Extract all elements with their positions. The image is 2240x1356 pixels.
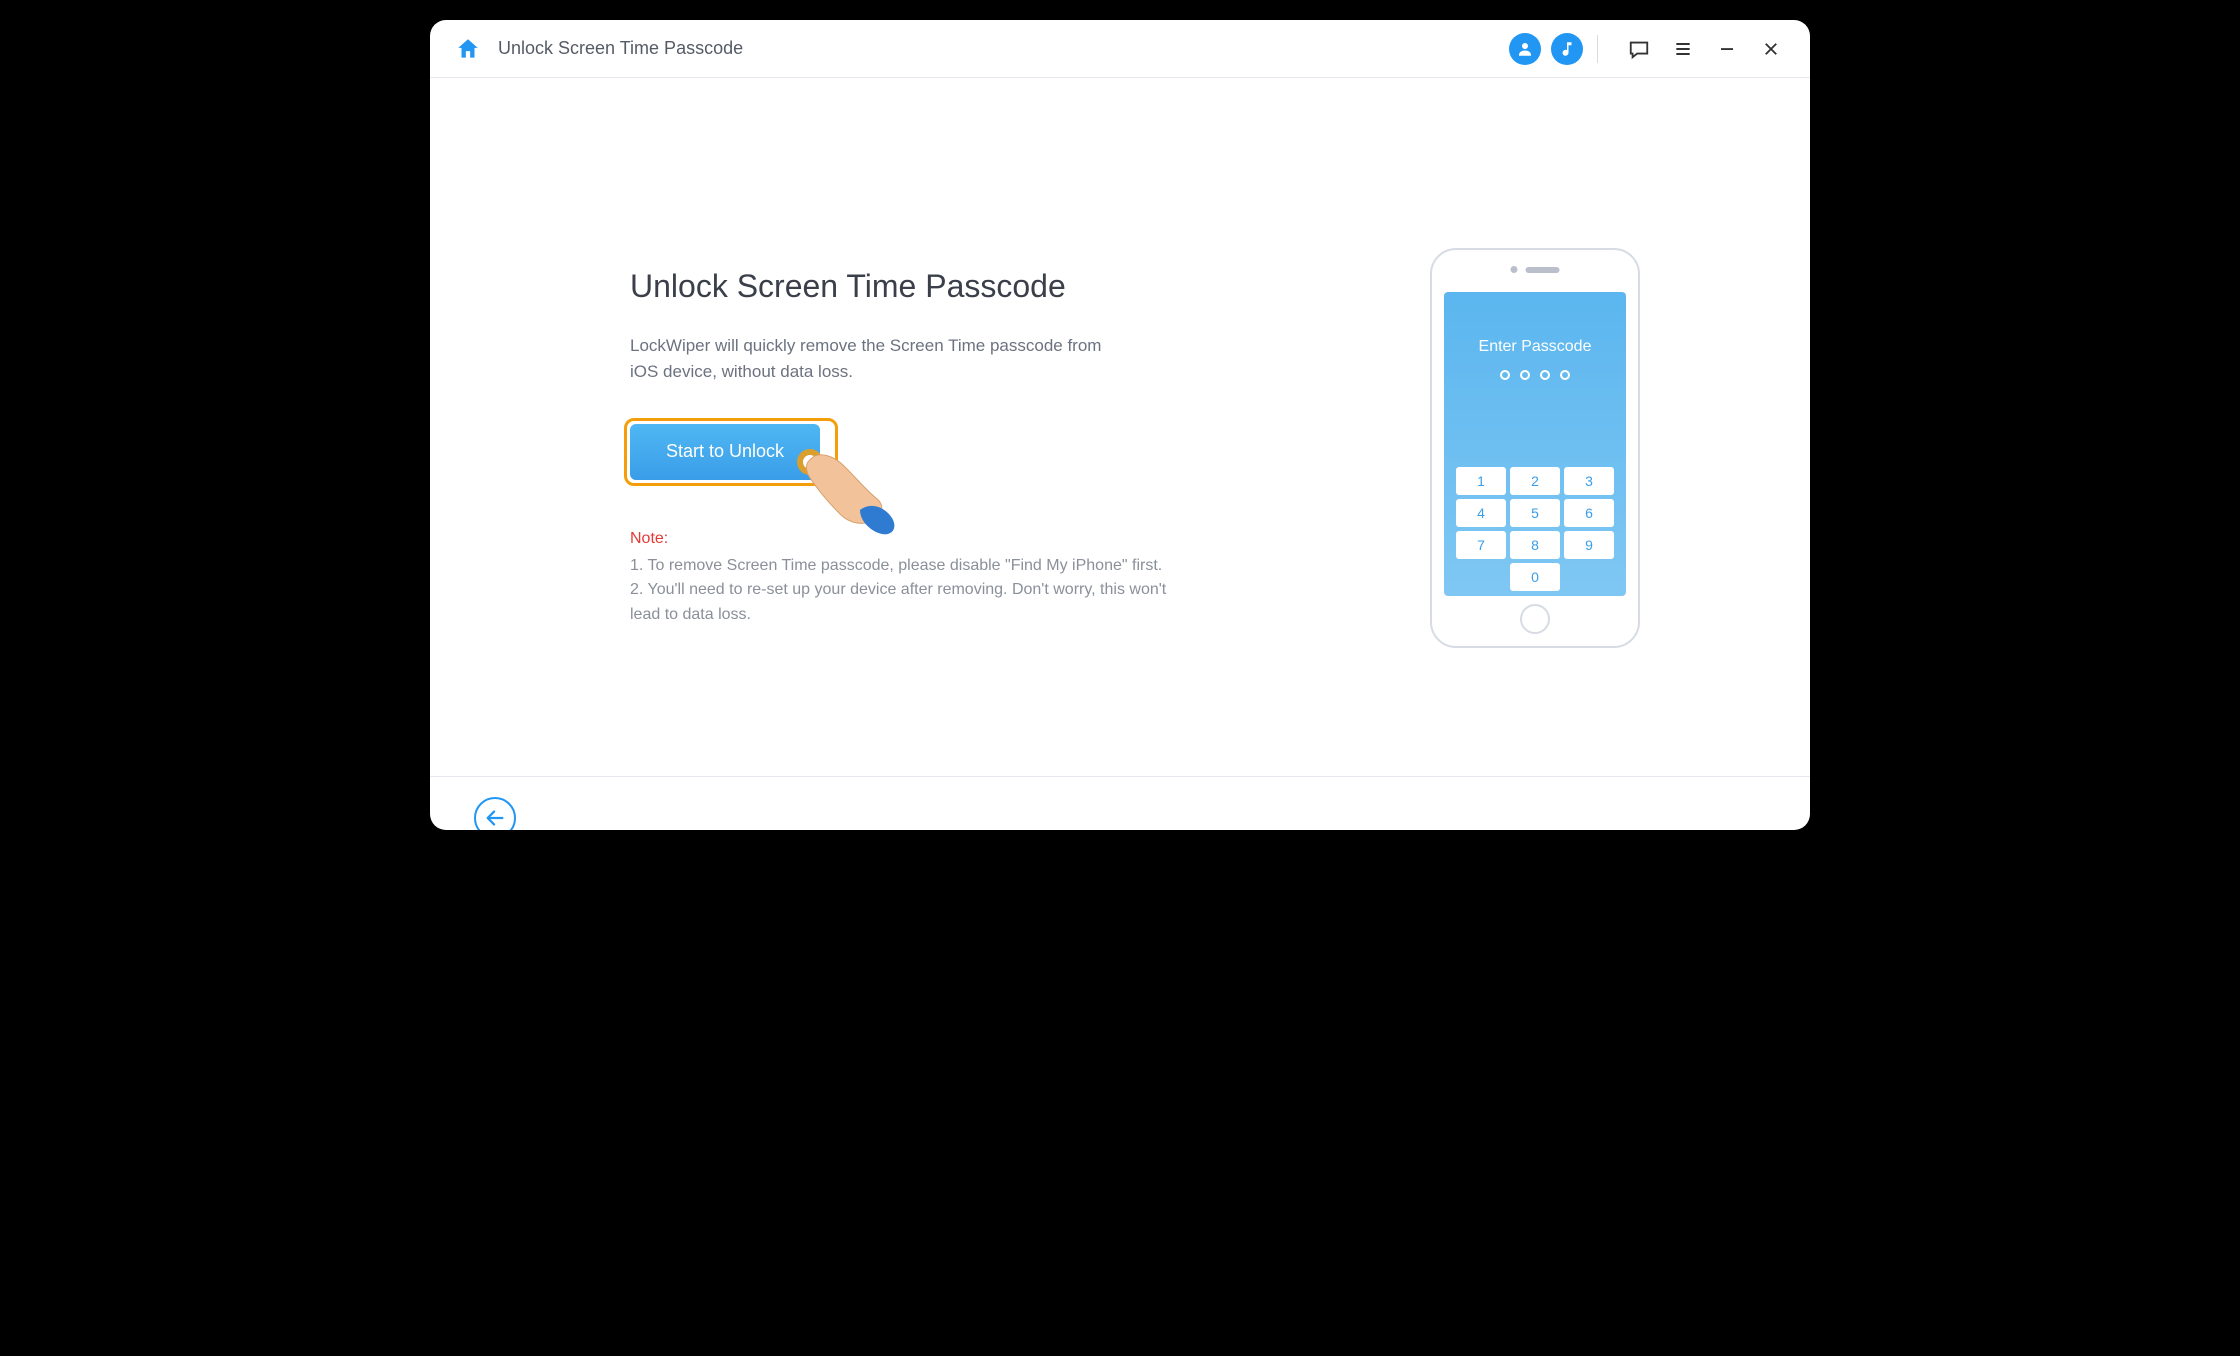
start-unlock-button[interactable]: Start to Unlock bbox=[630, 424, 820, 480]
key-0: 0 bbox=[1510, 563, 1560, 591]
home-icon[interactable] bbox=[454, 36, 482, 62]
note-block: Note: 1. To remove Screen Time passcode,… bbox=[630, 530, 1210, 628]
note-line-2: 2. You'll need to re-set up your device … bbox=[630, 578, 1190, 628]
key-5: 5 bbox=[1510, 499, 1560, 527]
note-line-1: 1. To remove Screen Time passcode, pleas… bbox=[630, 554, 1190, 579]
main-description: LockWiper will quickly remove the Screen… bbox=[630, 333, 1130, 386]
key-6: 6 bbox=[1564, 499, 1614, 527]
page-title: Unlock Screen Time Passcode bbox=[498, 38, 743, 59]
divider bbox=[1597, 35, 1598, 63]
key-1: 1 bbox=[1456, 467, 1506, 495]
key-3: 3 bbox=[1564, 467, 1614, 495]
minimize-button[interactable] bbox=[1710, 32, 1744, 66]
phone-illustration: Enter Passcode 1 2 3 4 5 6 7 8 9 0 bbox=[1430, 248, 1640, 648]
phone-speaker bbox=[1511, 266, 1560, 273]
phone-screen-title: Enter Passcode bbox=[1479, 338, 1592, 356]
key-8: 8 bbox=[1510, 531, 1560, 559]
menu-icon[interactable] bbox=[1666, 32, 1700, 66]
phone-keypad: 1 2 3 4 5 6 7 8 9 0 bbox=[1451, 462, 1619, 596]
back-button[interactable] bbox=[474, 797, 516, 831]
content-area: Unlock Screen Time Passcode LockWiper wi… bbox=[430, 78, 1810, 776]
music-update-icon[interactable] bbox=[1551, 33, 1583, 65]
phone-home-button bbox=[1520, 604, 1550, 634]
close-button[interactable] bbox=[1754, 32, 1788, 66]
app-window: Unlock Screen Time Passcode Unlock Scree… bbox=[430, 20, 1810, 830]
feedback-icon[interactable] bbox=[1622, 32, 1656, 66]
passcode-dots bbox=[1500, 370, 1570, 380]
key-7: 7 bbox=[1456, 531, 1506, 559]
key-2: 2 bbox=[1510, 467, 1560, 495]
main-heading: Unlock Screen Time Passcode bbox=[630, 268, 1210, 305]
account-icon[interactable] bbox=[1509, 33, 1541, 65]
phone-screen: Enter Passcode 1 2 3 4 5 6 7 8 9 0 bbox=[1444, 292, 1626, 596]
left-column: Unlock Screen Time Passcode LockWiper wi… bbox=[630, 268, 1210, 776]
key-9: 9 bbox=[1564, 531, 1614, 559]
unlock-button-highlight: Start to Unlock bbox=[630, 424, 832, 480]
title-bar: Unlock Screen Time Passcode bbox=[430, 20, 1810, 78]
key-4: 4 bbox=[1456, 499, 1506, 527]
footer-bar bbox=[430, 776, 1810, 830]
note-label: Note: bbox=[630, 530, 1210, 548]
